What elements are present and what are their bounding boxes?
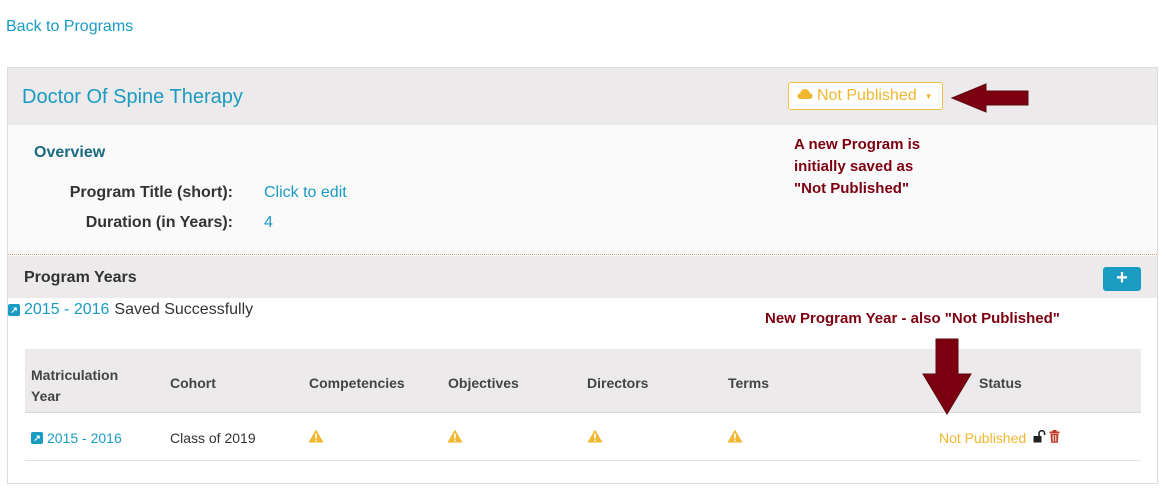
col-matriculation-year: Matriculation Year bbox=[31, 365, 118, 407]
program-card: Doctor Of Spine Therapy Not Published ▼ … bbox=[7, 67, 1158, 484]
unlock-icon[interactable] bbox=[1033, 430, 1046, 443]
cohort-cell: Class of 2019 bbox=[170, 430, 256, 446]
warning-icon bbox=[308, 429, 324, 443]
publish-status-dropdown[interactable]: Not Published ▼ bbox=[788, 82, 943, 110]
col-status: Status bbox=[979, 375, 1022, 391]
col-competencies: Competencies bbox=[309, 375, 405, 391]
col-terms: Terms bbox=[728, 375, 769, 391]
matriculation-year-link[interactable]: 2015 - 2016 bbox=[47, 430, 122, 446]
external-link-icon: ↗ bbox=[8, 304, 20, 316]
col-header-line: Year bbox=[31, 388, 61, 404]
down-arrow-annotation bbox=[922, 338, 972, 415]
overview-title: Overview bbox=[34, 144, 106, 161]
warning-icon bbox=[587, 429, 603, 443]
program-years-header: Program Years + bbox=[8, 256, 1157, 298]
col-objectives: Objectives bbox=[448, 375, 519, 391]
program-years-title: Program Years bbox=[24, 269, 137, 286]
annotation-line: "Not Published" bbox=[794, 180, 910, 197]
annotation-line: A new Program is bbox=[794, 136, 921, 153]
status-value[interactable]: Not Published bbox=[939, 430, 1026, 446]
col-cohort: Cohort bbox=[170, 375, 216, 391]
warning-icon bbox=[447, 429, 463, 443]
table-row[interactable]: ↗ 2015 - 2016 Class of 2019 Not Publishe… bbox=[25, 413, 1141, 461]
cloud-icon bbox=[797, 87, 813, 105]
program-title[interactable]: Doctor Of Spine Therapy bbox=[22, 86, 243, 109]
saved-message: ↗ 2015 - 2016 Saved Successfully bbox=[8, 301, 253, 319]
annotation-line: initially saved as bbox=[794, 158, 914, 175]
duration-value[interactable]: 4 bbox=[264, 214, 273, 232]
publish-status-label: Not Published bbox=[817, 87, 917, 104]
back-to-programs-link[interactable]: Back to Programs bbox=[6, 18, 133, 36]
short-title-value[interactable]: Click to edit bbox=[264, 184, 347, 202]
add-program-year-button[interactable]: + bbox=[1103, 267, 1141, 291]
short-title-label: Program Title (short): bbox=[69, 184, 233, 201]
trash-icon[interactable] bbox=[1049, 430, 1060, 443]
col-header-line: Matriculation bbox=[31, 367, 119, 383]
caret-down-icon: ▼ bbox=[924, 91, 933, 101]
program-annotation: A new Program is initially saved as "Not… bbox=[794, 134, 1014, 200]
matriculation-year-cell[interactable]: ↗ 2015 - 2016 bbox=[31, 430, 122, 446]
saved-year-link[interactable]: 2015 - 2016 bbox=[24, 301, 109, 319]
external-link-icon: ↗ bbox=[31, 432, 43, 444]
warning-icon bbox=[727, 429, 743, 443]
table-header: Matriculation Year Cohort Competencies O… bbox=[25, 349, 1141, 413]
left-arrow-annotation bbox=[950, 83, 1029, 113]
col-directors: Directors bbox=[587, 375, 649, 391]
duration-label: Duration (in Years): bbox=[85, 214, 233, 231]
saved-status-text: Saved Successfully bbox=[114, 301, 254, 318]
program-year-annotation: New Program Year - also "Not Published" bbox=[765, 310, 1060, 327]
